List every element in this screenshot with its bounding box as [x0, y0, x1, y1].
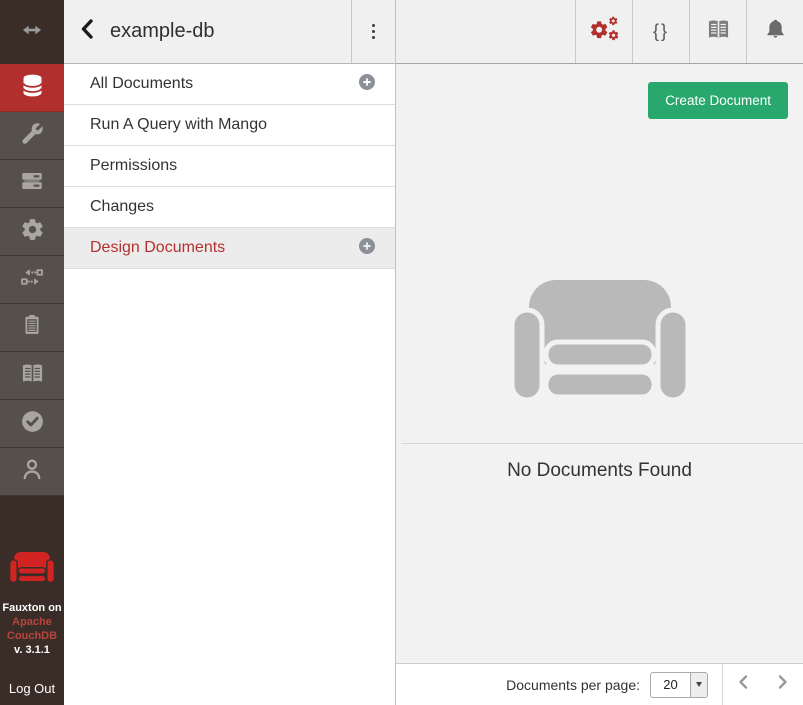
main-header-toolbar: {} [396, 0, 803, 64]
database-title: example-db [110, 0, 351, 63]
notifications-button[interactable] [746, 0, 803, 63]
documentation-button[interactable] [689, 0, 746, 63]
database-icon [19, 72, 46, 104]
chevron-left-icon [77, 18, 97, 45]
replication-icon [19, 264, 45, 295]
per-page-select[interactable]: 20 [650, 672, 708, 698]
sidebar-item-account[interactable] [0, 448, 64, 496]
brand-line-1: Fauxton on [2, 601, 61, 615]
menu-item-changes[interactable]: Changes [64, 187, 395, 228]
pagination-footer: Documents per page: 20 [396, 663, 803, 705]
primary-sidebar: Fauxton on Apache CouchDB v. 3.1.1 Log O… [0, 0, 64, 705]
main-area: {} Create Document [396, 0, 803, 705]
wrench-icon [20, 121, 45, 151]
back-button[interactable] [64, 0, 110, 63]
sidebar-item-configuration[interactable] [0, 208, 64, 256]
api-url-button[interactable] [575, 0, 632, 63]
active-tasks-clipboard-icon [20, 313, 44, 342]
chevron-right-icon [776, 674, 790, 695]
sidebar-item-databases-list[interactable] [0, 160, 64, 208]
documents-content: Create Document No Documents Found [396, 64, 803, 663]
menu-item-label: Run A Query with Mango [90, 116, 267, 134]
api-gears-icon [587, 15, 621, 48]
version-info: Fauxton on Apache CouchDB v. 3.1.1 [2, 601, 61, 657]
sidebar-item-active-tasks[interactable] [0, 304, 64, 352]
menu-item-design-documents[interactable]: Design Documents [64, 228, 395, 269]
menu-item-mango-query[interactable]: Run A Query with Mango [64, 105, 395, 146]
documentation-book-icon [19, 360, 46, 392]
database-panel-header: example-db [64, 0, 395, 64]
create-document-button[interactable]: Create Document [648, 82, 788, 119]
sidebar-item-verify[interactable] [0, 400, 64, 448]
menu-item-label: All Documents [90, 75, 193, 93]
couch-icon [510, 280, 690, 407]
select-dropdown-arrow-icon [690, 673, 707, 697]
menu-item-all-documents[interactable]: All Documents [64, 64, 395, 105]
sidebar-item-setup[interactable] [0, 112, 64, 160]
content-divider [401, 443, 803, 444]
json-braces-icon: {} [653, 21, 669, 42]
menu-item-label: Permissions [90, 157, 177, 175]
notifications-bell-icon [763, 17, 788, 47]
kebab-menu-icon [372, 24, 376, 40]
json-view-button[interactable]: {} [632, 0, 689, 63]
brand-line-3: CouchDB [2, 629, 61, 643]
add-new-icon[interactable] [359, 238, 375, 259]
menu-item-permissions[interactable]: Permissions [64, 146, 395, 187]
sidebar-item-replication[interactable] [0, 256, 64, 304]
menu-item-label: Design Documents [90, 239, 225, 257]
chevron-left-icon [736, 674, 750, 695]
documentation-book-icon [705, 16, 732, 48]
database-options-button[interactable] [351, 0, 395, 63]
user-icon [19, 456, 45, 487]
sidebar-footer: Fauxton on Apache CouchDB v. 3.1.1 Log O… [0, 496, 64, 705]
add-new-icon[interactable] [359, 74, 375, 95]
per-page-label: Documents per page: [506, 677, 640, 693]
resize-arrow-icon [17, 18, 47, 47]
per-page-value: 20 [651, 673, 690, 697]
sidebar-item-documentation[interactable] [0, 352, 64, 400]
previous-page-button[interactable] [723, 664, 763, 705]
sidebar-resize-toggle[interactable] [0, 0, 64, 64]
logout-link[interactable]: Log Out [9, 681, 55, 696]
verify-check-icon [19, 408, 46, 440]
next-page-button[interactable] [763, 664, 803, 705]
gear-icon [20, 217, 45, 247]
version-number: v. 3.1.1 [2, 643, 61, 657]
menu-item-label: Changes [90, 198, 154, 216]
couchdb-logo [9, 552, 55, 588]
database-menu: All Documents Run A Query with Mango Per… [64, 64, 395, 705]
databases-icon [19, 168, 45, 199]
brand-line-2: Apache [2, 615, 61, 629]
database-panel: example-db All Documents Run A Query wit… [64, 0, 396, 705]
sidebar-item-databases[interactable] [0, 64, 64, 112]
empty-state-message: No Documents Found [396, 460, 803, 482]
